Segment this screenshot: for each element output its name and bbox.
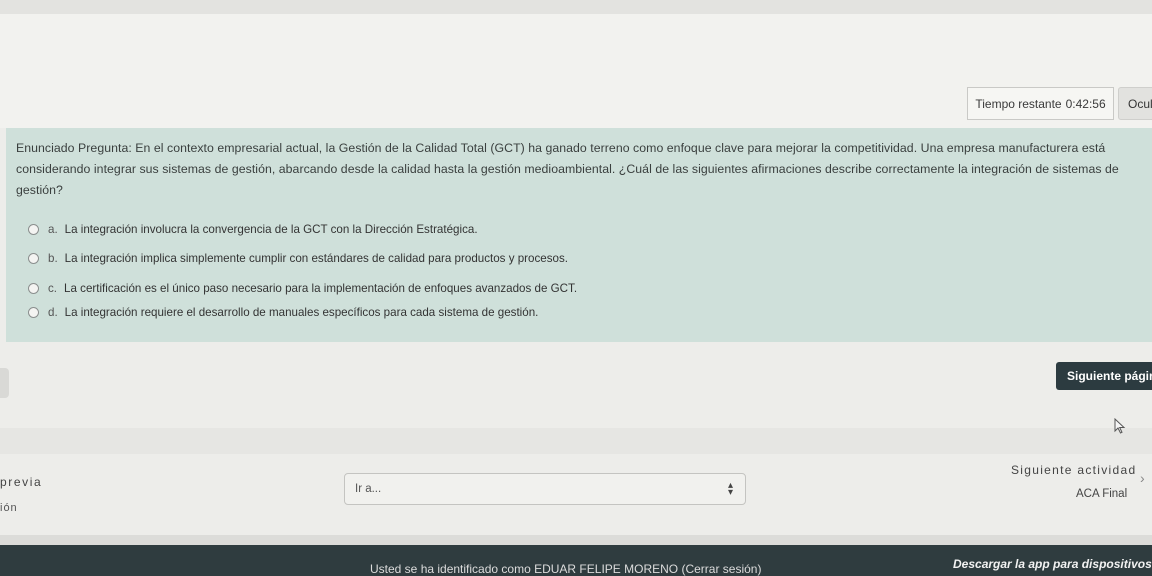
option-letter: a.	[48, 222, 58, 236]
radio-d[interactable]	[28, 306, 39, 318]
mouse-cursor-icon	[1114, 418, 1126, 434]
option-letter: d.	[48, 305, 58, 319]
option-letter: b.	[48, 251, 58, 265]
option-d[interactable]: d. La integración requiere el desarrollo…	[28, 304, 538, 320]
footer-fade	[0, 535, 1152, 545]
next-activity-name[interactable]: ACA Final	[1076, 488, 1127, 500]
drawer-toggle-tab[interactable]	[0, 368, 9, 398]
hide-timer-button[interactable]: Ocul	[1118, 87, 1152, 120]
jump-to-select[interactable]: Ir a... ▴ ▾	[344, 473, 746, 505]
time-remaining-value: 0:42:56	[1065, 96, 1106, 111]
radio-b[interactable]	[28, 252, 39, 264]
previous-activity-name[interactable]: ión	[0, 502, 18, 514]
option-b[interactable]: b. La integración implica simplemente cu…	[28, 250, 568, 266]
option-c[interactable]: c. La certificación es el único paso nec…	[28, 280, 577, 296]
logged-in-user-text[interactable]: Usted se ha identificado como EDUAR FELI…	[370, 562, 761, 576]
time-remaining-label: Tiempo restante	[975, 96, 1062, 111]
previous-activity-label[interactable]: previa	[0, 475, 42, 489]
divider-band	[0, 428, 1152, 454]
chevron-right-icon[interactable]: ›	[1140, 470, 1145, 486]
option-a[interactable]: a. La integración involucra la convergen…	[28, 221, 478, 237]
radio-c[interactable]	[28, 282, 39, 294]
option-text: La integración implica simplemente cumpl…	[64, 251, 568, 265]
option-text: La integración involucra la convergencia…	[64, 222, 478, 236]
question-card: Enunciado Pregunta: En el contexto empre…	[6, 128, 1152, 342]
option-letter: c.	[48, 281, 58, 295]
question-text: Enunciado Pregunta: En el contexto empre…	[16, 141, 1119, 197]
download-app-link[interactable]: Descargar la app para dispositivos mó	[953, 557, 1152, 571]
radio-a[interactable]	[28, 223, 39, 235]
page-footer: Usted se ha identificado como EDUAR FELI…	[0, 545, 1152, 576]
select-arrows-icon: ▴ ▾	[727, 480, 733, 498]
jump-to-value: Ir a...	[355, 483, 382, 495]
time-remaining-box: Tiempo restante 0:42:56	[967, 87, 1114, 120]
next-page-button[interactable]: Siguiente página	[1056, 362, 1152, 390]
top-strip	[0, 0, 1152, 14]
option-text: La certificación es el único paso necesa…	[64, 281, 578, 295]
next-activity-label[interactable]: Siguiente actividad	[1011, 463, 1136, 477]
option-text: La integración requiere el desarrollo de…	[64, 305, 539, 319]
